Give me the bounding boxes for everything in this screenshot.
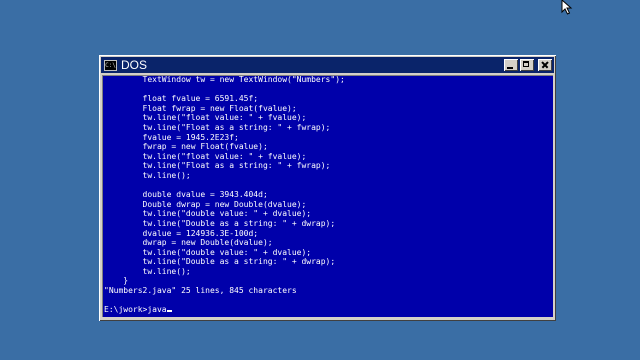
close-button[interactable]: [538, 59, 552, 71]
dos-window[interactable]: C:\ DOS TextWindow tw = new TextWindow("…: [99, 55, 556, 321]
console-line: fwrap = new Float(fvalue);: [104, 142, 268, 152]
console-lines: TextWindow tw = new TextWindow("Numbers"…: [102, 75, 553, 315]
console-line: dvalue = 124936.3E-100d;: [104, 228, 259, 238]
console-line: tw.line();: [104, 266, 191, 276]
console-output[interactable]: TextWindow tw = new TextWindow("Numbers"…: [102, 75, 553, 317]
maximize-button[interactable]: [520, 59, 534, 71]
title-bar[interactable]: C:\ DOS: [101, 57, 554, 73]
console-line: tw.line("Float as a string: " + fwrap);: [104, 161, 331, 171]
window-controls: [502, 59, 552, 71]
desktop: C:\ DOS TextWindow tw = new TextWindow("…: [0, 0, 640, 360]
console-line: tw.line("float value: " + fvalue);: [104, 151, 307, 161]
console-line: tw.line("float value: " + fvalue);: [104, 113, 307, 123]
command-prompt-line[interactable]: E:\jwork>java: [104, 305, 553, 315]
console-line: float fvalue = 6591.45f;: [104, 94, 259, 104]
minimize-button[interactable]: [504, 59, 518, 71]
console-line: fvalue = 1945.2E23f;: [104, 132, 239, 142]
console-line: TextWindow tw = new TextWindow("Numbers"…: [104, 75, 345, 84]
console-line: tw.line("Double as a string: " + dwrap);: [104, 218, 336, 228]
console-line: "Numbers2.java" 25 lines, 845 characters: [104, 286, 297, 296]
console-line: }: [104, 276, 129, 286]
console-line: tw.line("double value: " + dvalue);: [104, 247, 312, 257]
console-line: tw.line();: [104, 170, 191, 180]
console-line: double dvalue = 3943.404d;: [104, 190, 268, 200]
text-cursor: [166, 310, 172, 313]
console-line: tw.line("Double as a string: " + dwrap);: [104, 257, 336, 267]
console-line: Double dwrap = new Double(dvalue);: [104, 199, 307, 209]
mouse-pointer-icon: [561, 0, 573, 15]
dos-prompt-icon[interactable]: C:\: [104, 59, 117, 71]
console-line: tw.line("double value: " + dvalue);: [104, 209, 312, 219]
console-line: tw.line("Float as a string: " + fwrap);: [104, 122, 331, 132]
console-line: dwrap = new Double(dvalue);: [104, 238, 273, 248]
console-line: Float fwrap = new Float(fvalue);: [104, 103, 297, 113]
window-title: DOS: [121, 58, 148, 72]
